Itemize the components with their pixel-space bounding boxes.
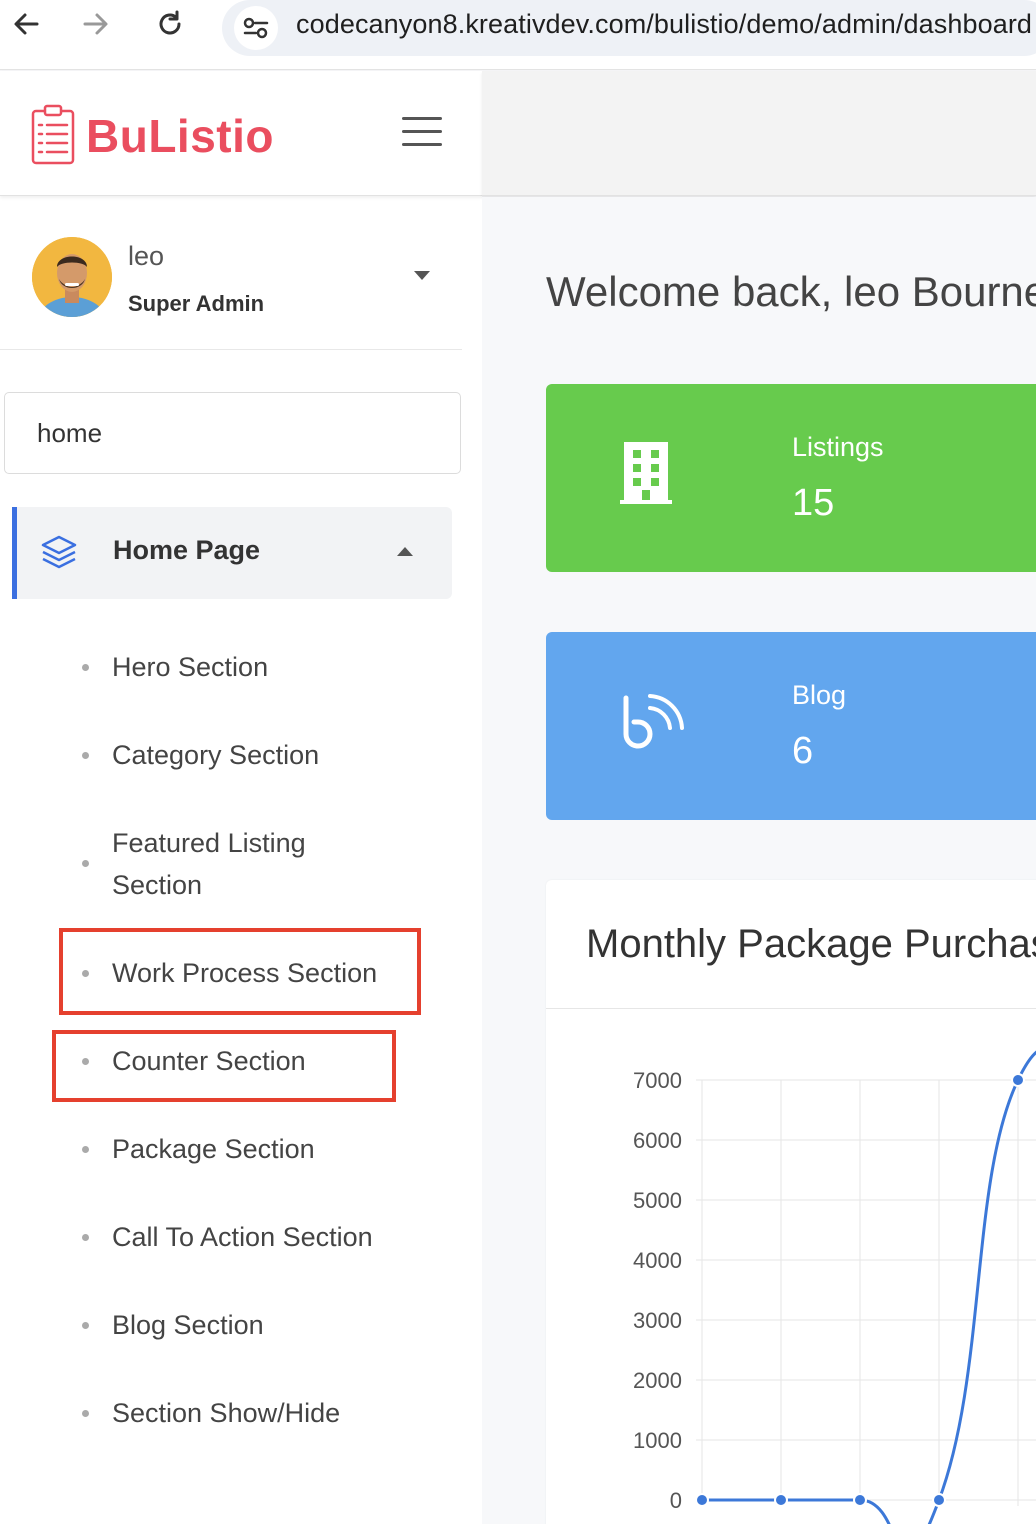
hamburger-line bbox=[402, 143, 442, 146]
avatar bbox=[32, 237, 112, 317]
submenu-category-section[interactable]: Category Section bbox=[78, 734, 458, 776]
y-tick-label: 7000 bbox=[633, 1068, 682, 1093]
line-chart: 0 1000 2000 3000 4000 5000 6000 7000 bbox=[633, 1050, 1036, 1524]
y-tick-label: 3000 bbox=[633, 1308, 682, 1333]
submenu-label: Featured Listing Section bbox=[112, 828, 306, 900]
layers-icon bbox=[41, 535, 77, 569]
stat-value: 15 bbox=[792, 482, 835, 524]
chart-divider bbox=[546, 1008, 1036, 1009]
reload-button[interactable] bbox=[150, 4, 190, 44]
menu-search-input[interactable] bbox=[4, 392, 461, 474]
bullet-icon bbox=[82, 1322, 89, 1329]
submenu-hero-section[interactable]: Hero Section bbox=[78, 646, 458, 688]
back-button[interactable] bbox=[6, 4, 46, 44]
y-tick-label: 4000 bbox=[633, 1248, 682, 1273]
data-point-jan bbox=[695, 1493, 709, 1507]
bullet-icon bbox=[82, 860, 89, 867]
data-point-may bbox=[1011, 1073, 1025, 1087]
y-tick-label: 5000 bbox=[633, 1188, 682, 1213]
blog-icon bbox=[623, 694, 684, 749]
submenu-featured-listing-section[interactable]: Featured Listing Section bbox=[78, 822, 458, 906]
tune-icon bbox=[243, 17, 269, 39]
stat-card-blog[interactable]: Blog 6 bbox=[546, 632, 1036, 820]
url-text[interactable]: codecanyon8.kreativdev.com/bulistio/demo… bbox=[296, 9, 1032, 40]
submenu-section-show-hide[interactable]: Section Show/Hide bbox=[78, 1392, 458, 1434]
clipboard-logo-icon bbox=[31, 104, 75, 165]
submenu-label: Call To Action Section bbox=[112, 1222, 373, 1252]
data-point-apr bbox=[932, 1493, 946, 1507]
submenu-label: Hero Section bbox=[112, 652, 269, 682]
site-settings-button[interactable] bbox=[234, 6, 278, 50]
welcome-heading: Welcome back, leo Bourne bbox=[546, 268, 1036, 315]
bullet-icon bbox=[82, 1410, 89, 1417]
bullet-icon bbox=[82, 1146, 89, 1153]
y-tick-label: 6000 bbox=[633, 1128, 682, 1153]
submenu-blog-section[interactable]: Blog Section bbox=[78, 1304, 458, 1346]
menu-toggle-button[interactable] bbox=[402, 115, 444, 149]
brand-name[interactable]: BuListio bbox=[86, 109, 274, 163]
top-navbar bbox=[482, 71, 1036, 196]
reload-icon bbox=[159, 10, 181, 35]
bullet-icon bbox=[82, 664, 89, 671]
hamburger-line bbox=[402, 130, 442, 133]
submenu-label: Section Show/Hide bbox=[112, 1398, 341, 1428]
user-name: leo bbox=[128, 241, 165, 271]
stat-label: Blog bbox=[792, 680, 847, 710]
submenu-label: Category Section bbox=[112, 740, 320, 770]
forward-arrow-icon bbox=[83, 13, 108, 35]
sidebar: BuListio leo Super Admin home Home Page … bbox=[0, 71, 482, 1524]
caret-up-icon bbox=[397, 547, 413, 556]
brand-header: BuListio bbox=[0, 71, 482, 196]
caret-down-icon[interactable] bbox=[414, 271, 430, 280]
submenu-call-to-action-section[interactable]: Call To Action Section bbox=[78, 1216, 458, 1258]
submenu-label: Blog Section bbox=[112, 1310, 264, 1340]
data-point-feb bbox=[774, 1493, 788, 1507]
submenu-label: Package Section bbox=[112, 1134, 315, 1164]
sidebar-item-label: Home Page bbox=[113, 535, 261, 565]
stat-card-listings[interactable]: Listings 15 bbox=[546, 384, 1036, 572]
building-icon bbox=[620, 442, 672, 504]
user-panel[interactable]: leo Super Admin bbox=[0, 197, 462, 350]
user-role: Super Admin bbox=[128, 291, 265, 316]
y-tick-label: 2000 bbox=[633, 1368, 682, 1393]
submenu-package-section[interactable]: Package Section bbox=[78, 1128, 458, 1170]
hamburger-icon bbox=[402, 117, 442, 120]
data-point-mar bbox=[853, 1493, 867, 1507]
series-line bbox=[701, 1050, 1036, 1524]
user-avatar-icon bbox=[32, 237, 112, 317]
stat-value: 6 bbox=[792, 730, 814, 772]
highlight-box-counter bbox=[52, 1030, 396, 1102]
highlight-box-work-process bbox=[59, 928, 421, 1015]
forward-button[interactable] bbox=[76, 4, 116, 44]
sidebar-item-home-page[interactable]: Home Page bbox=[12, 507, 452, 599]
bullet-icon bbox=[82, 1234, 89, 1241]
y-tick-label: 0 bbox=[670, 1488, 682, 1513]
y-tick-label: 1000 bbox=[633, 1428, 682, 1453]
bullet-icon bbox=[82, 752, 89, 759]
chart-title: Monthly Package Purchase bbox=[586, 922, 1036, 966]
back-arrow-icon bbox=[14, 13, 39, 35]
browser-toolbar: codecanyon8.kreativdev.com/bulistio/demo… bbox=[0, 0, 1036, 70]
stat-label: Listings bbox=[792, 432, 884, 462]
